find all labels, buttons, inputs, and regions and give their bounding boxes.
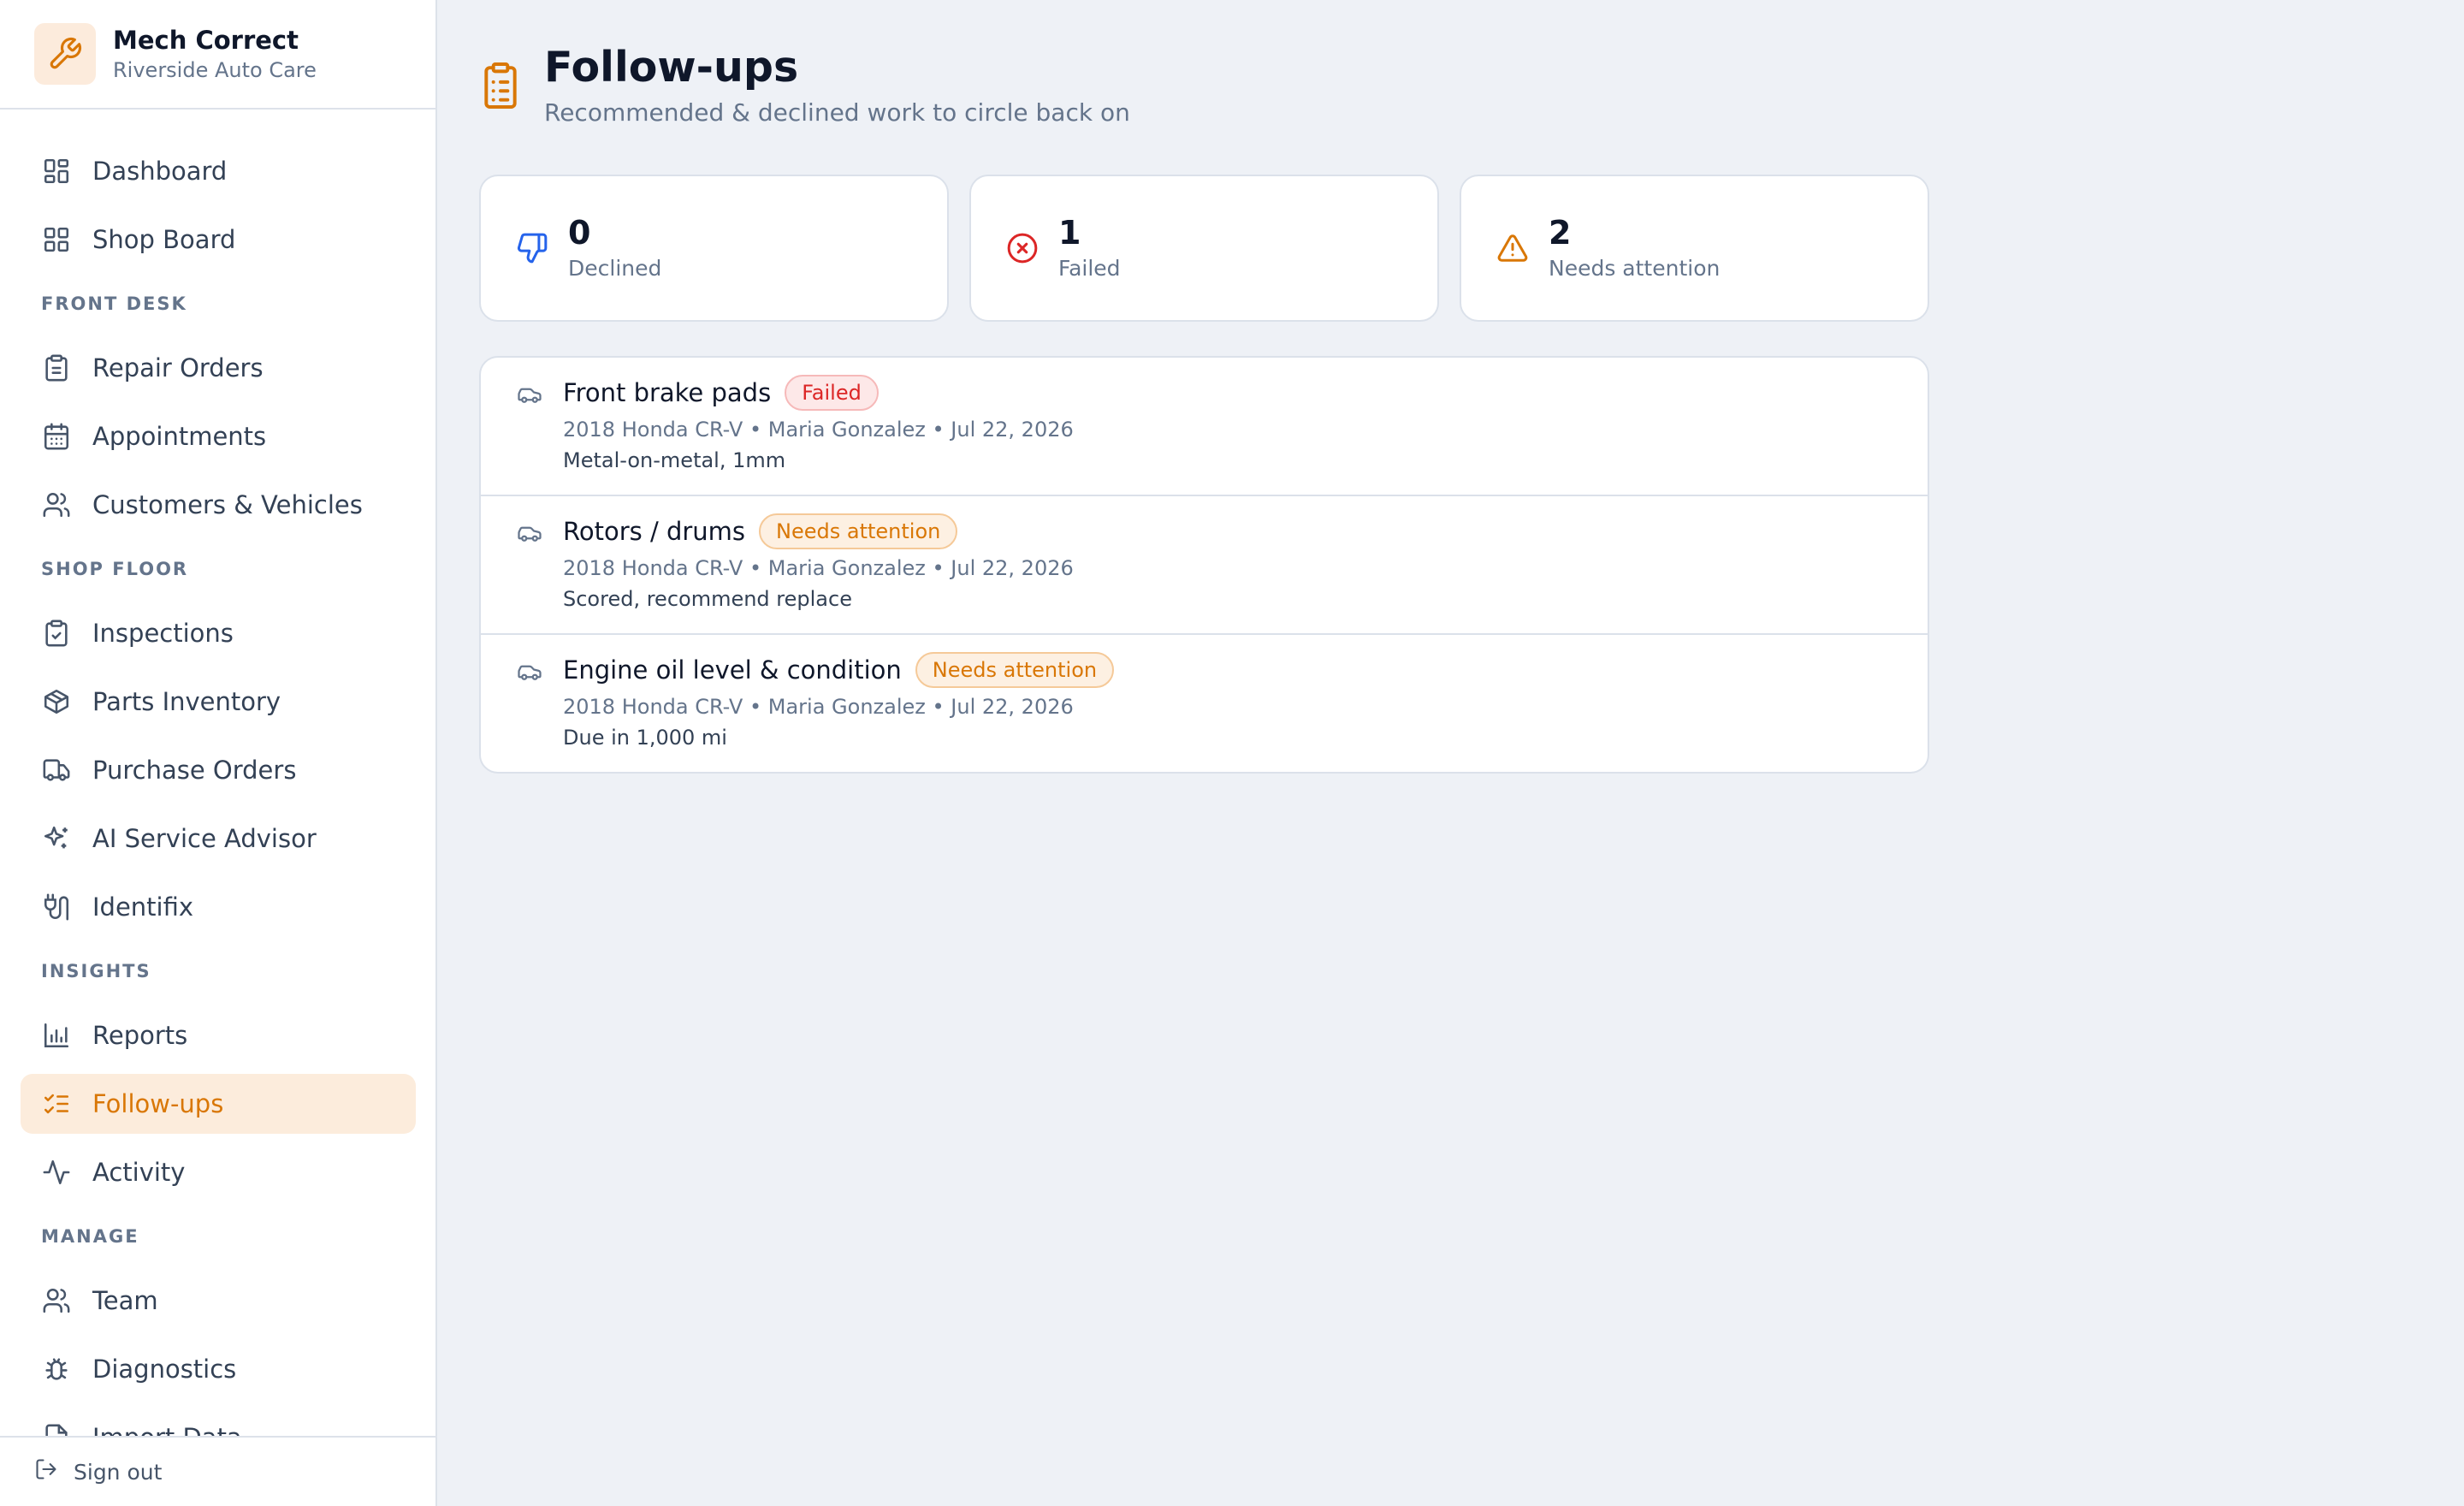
calendar-icon (41, 421, 72, 452)
sidebar-item-customers-vehicles[interactable]: Customers & Vehicles (21, 475, 416, 535)
sidebar-item-purchase-orders[interactable]: Purchase Orders (21, 740, 416, 800)
bug-icon (41, 1354, 72, 1384)
status-badge: Needs attention (759, 513, 958, 549)
sidebar-item-diagnostics[interactable]: Diagnostics (21, 1339, 416, 1399)
stat-value: 2 (1549, 214, 1572, 252)
sidebar-item-follow-ups[interactable]: Follow-ups (21, 1074, 416, 1134)
follow-up-meta: 2018 Honda CR-V • Maria Gonzalez • Jul 2… (563, 695, 1074, 719)
bar-chart-icon (41, 1020, 72, 1051)
sidebar-item-inspections[interactable]: Inspections (21, 603, 416, 663)
follow-up-title: Rotors / drums (563, 517, 746, 546)
sidebar-item-label: Follow-ups (92, 1089, 224, 1118)
sidebar-item-identifix[interactable]: Identifix (21, 877, 416, 937)
section-manage: MANAGE (41, 1226, 139, 1247)
brand-name: Mech Correct (113, 26, 299, 55)
follow-up-note: Metal-on-metal, 1mm (563, 448, 786, 472)
sidebar-item-appointments[interactable]: Appointments (21, 406, 416, 466)
team-icon (41, 1285, 72, 1316)
sidebar-item-label: Parts Inventory (92, 687, 281, 716)
sidebar-nav: Dashboard Shop Board FRONT DESK Repair O… (0, 110, 435, 1436)
car-icon (518, 665, 542, 680)
grid-icon (41, 224, 72, 255)
sidebar-item-shop-board[interactable]: Shop Board (21, 210, 416, 270)
sidebar-item-label: Reports (92, 1021, 188, 1050)
sidebar-item-label: Identifix (92, 892, 194, 922)
sidebar-item-label: Inspections (92, 619, 234, 648)
activity-icon (41, 1157, 72, 1188)
stat-card-needs-attention[interactable]: 2 Needs attention (1460, 175, 1929, 322)
sidebar-item-parts-inventory[interactable]: Parts Inventory (21, 672, 416, 732)
sidebar-item-import-data[interactable]: Import Data (21, 1408, 416, 1436)
follow-up-note: Due in 1,000 mi (563, 726, 727, 750)
follow-up-row[interactable]: Rotors / drums Needs attention 2018 Hond… (481, 496, 1928, 635)
x-circle-icon (1005, 231, 1040, 265)
stat-label: Needs attention (1549, 256, 1721, 281)
truck-icon (41, 755, 72, 786)
stat-value: 0 (568, 214, 591, 252)
brand-header[interactable]: Mech Correct Riverside Auto Care (0, 0, 435, 110)
sidebar-item-reports[interactable]: Reports (21, 1005, 416, 1065)
sidebar-item-dashboard[interactable]: Dashboard (21, 141, 416, 201)
sidebar-item-activity[interactable]: Activity (21, 1142, 416, 1202)
stat-card-declined[interactable]: 0 Declined (479, 175, 949, 322)
follow-up-meta: 2018 Honda CR-V • Maria Gonzalez • Jul 2… (563, 418, 1074, 442)
thumbs-down-icon (515, 231, 549, 265)
follow-up-title: Engine oil level & condition (563, 655, 902, 685)
sidebar-item-label: Customers & Vehicles (92, 490, 363, 519)
follow-up-title: Front brake pads (563, 378, 772, 407)
stat-label: Declined (568, 256, 662, 281)
clipboard-icon (41, 353, 72, 383)
dashboard-icon (41, 156, 72, 187)
stat-label: Failed (1058, 256, 1121, 281)
sidebar-item-ai-service-advisor[interactable]: AI Service Advisor (21, 809, 416, 869)
sidebar-item-label: Team (92, 1286, 158, 1315)
section-front-desk: FRONT DESK (41, 293, 187, 314)
section-shop-floor: SHOP FLOOR (41, 559, 189, 579)
car-icon (518, 526, 542, 542)
sidebar-item-label: AI Service Advisor (92, 824, 317, 853)
log-out-icon (34, 1457, 58, 1486)
sidebar-item-label: Appointments (92, 422, 267, 451)
plug-icon (41, 892, 72, 922)
page-title: Follow-ups (544, 43, 799, 92)
clipboard-check-icon (41, 618, 72, 649)
page-header: Follow-ups Recommended & declined work t… (479, 41, 1130, 130)
follow-up-list: Front brake pads Failed 2018 Honda CR-V … (479, 356, 1929, 774)
brand-subtitle: Riverside Auto Care (113, 58, 317, 82)
sidebar-item-label: Import Data (92, 1423, 242, 1436)
sparkles-icon (41, 823, 72, 854)
sidebar-item-label: Diagnostics (92, 1355, 237, 1384)
sidebar: Mech Correct Riverside Auto Care Dashboa… (0, 0, 437, 1506)
file-import-icon (41, 1422, 72, 1436)
sidebar-item-team[interactable]: Team (21, 1271, 416, 1331)
clipboard-list-icon (479, 60, 522, 111)
status-badge: Needs attention (915, 652, 1115, 688)
sign-out-button[interactable]: Sign out (0, 1436, 435, 1506)
sidebar-item-label: Dashboard (92, 157, 228, 186)
list-checks-icon (41, 1088, 72, 1119)
sidebar-item-label: Activity (92, 1158, 186, 1187)
stat-card-failed[interactable]: 1 Failed (969, 175, 1439, 322)
follow-up-note: Scored, recommend replace (563, 587, 852, 611)
follow-up-row[interactable]: Front brake pads Failed 2018 Honda CR-V … (481, 358, 1928, 496)
alert-triangle-icon (1496, 231, 1530, 265)
status-badge: Failed (785, 375, 879, 411)
users-icon (41, 489, 72, 520)
car-icon (518, 388, 542, 403)
section-insights: INSIGHTS (41, 961, 151, 981)
sign-out-label: Sign out (74, 1459, 163, 1485)
sidebar-item-label: Shop Board (92, 225, 236, 254)
sidebar-item-label: Repair Orders (92, 353, 264, 382)
follow-up-row[interactable]: Engine oil level & condition Needs atten… (481, 635, 1928, 772)
follow-up-meta: 2018 Honda CR-V • Maria Gonzalez • Jul 2… (563, 556, 1074, 580)
stat-value: 1 (1058, 214, 1081, 252)
package-icon (41, 686, 72, 717)
page-subtitle: Recommended & declined work to circle ba… (544, 98, 1130, 127)
wrench-icon (34, 23, 96, 85)
sidebar-item-repair-orders[interactable]: Repair Orders (21, 338, 416, 398)
sidebar-item-label: Purchase Orders (92, 756, 297, 785)
